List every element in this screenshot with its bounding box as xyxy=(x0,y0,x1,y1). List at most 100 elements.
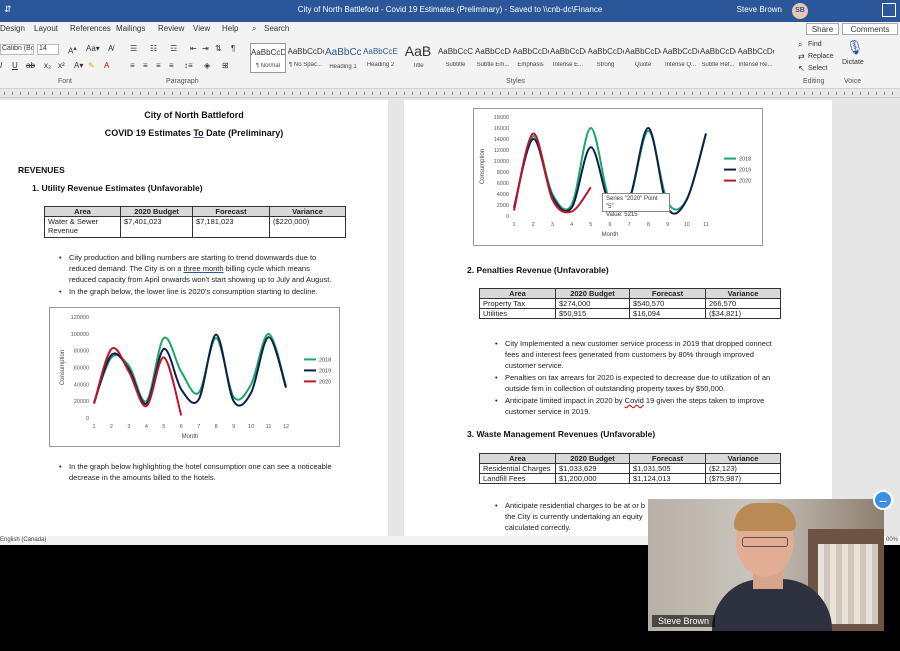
shading-icon[interactable]: ◈ xyxy=(204,61,210,70)
line-spacing-icon[interactable]: ↕≡ xyxy=(184,61,193,70)
share-button[interactable]: Share xyxy=(806,23,839,35)
page-1[interactable]: City of North Battleford COVID 19 Estima… xyxy=(0,100,388,536)
tab-design[interactable]: Design xyxy=(0,24,25,33)
style-10[interactable]: AaBbCcDc Strong xyxy=(588,43,624,73)
bullet-item: • Penalties on tax arrears for 2020 is e… xyxy=(495,373,771,393)
style-7[interactable]: AaBbCcDc Subtle Em... xyxy=(475,43,511,73)
video-tile[interactable]: Steve Brown xyxy=(648,499,884,631)
replace-icon[interactable]: ⇄ xyxy=(798,52,805,61)
style-2[interactable]: AaBbCcDc ¶ No Spac... xyxy=(288,43,324,73)
x-tick-label: 4 xyxy=(570,222,573,228)
ribbon-tabs: Design Layout References Mailings Review… xyxy=(0,22,900,37)
search-box[interactable]: Search xyxy=(264,24,289,33)
ruler-tick xyxy=(300,92,301,95)
x-tick-label: 8 xyxy=(215,424,218,430)
tab-layout[interactable]: Layout xyxy=(34,24,58,33)
underline-icon[interactable]: U xyxy=(12,61,18,70)
numbering-icon[interactable]: ☷ xyxy=(150,44,157,53)
table-cell: $1,124,013 xyxy=(629,473,706,484)
hyperlink-three-month[interactable]: three month xyxy=(184,264,224,273)
find-icon[interactable]: ⌕ xyxy=(798,40,802,50)
style-1[interactable]: AaBbCcDc ¶ Normal xyxy=(250,43,286,73)
subscript-icon[interactable]: x₂ xyxy=(44,61,51,70)
decrease-indent-icon[interactable]: ⇤ xyxy=(190,44,197,53)
ruler-tick xyxy=(876,92,877,95)
style-name: Heading 1 xyxy=(329,64,357,70)
ruler-tick xyxy=(132,92,133,95)
style-3[interactable]: AaBbCc Heading 1 xyxy=(325,43,361,73)
replace-button[interactable]: Replace xyxy=(808,53,834,60)
ruler-tick xyxy=(828,92,829,95)
find-button[interactable]: Find xyxy=(808,41,822,48)
select-icon[interactable]: ↖ xyxy=(798,64,805,73)
increase-indent-icon[interactable]: ⇥ xyxy=(202,44,209,53)
ruler-tick xyxy=(564,92,565,95)
user-name[interactable]: Steve Brown xyxy=(737,5,782,14)
ruler-tick xyxy=(372,92,373,95)
superscript-icon[interactable]: x² xyxy=(58,61,65,70)
font-size-select[interactable]: 14 xyxy=(37,44,59,55)
show-marks-icon[interactable]: ¶ xyxy=(231,44,235,53)
avatar[interactable]: SB xyxy=(792,3,808,19)
page-2[interactable]: 0 2000 4000 6000 8000 10000 12000 14000 16000 180… xyxy=(404,100,832,536)
multilevel-list-icon[interactable]: ☲ xyxy=(170,44,177,53)
select-button[interactable]: Select xyxy=(808,65,827,72)
strikethrough-icon[interactable]: ab xyxy=(26,61,35,70)
font-name-select[interactable]: Calibri (Body) xyxy=(0,44,34,55)
ruler-tick xyxy=(892,92,893,95)
ruler-tick xyxy=(116,92,117,95)
justify-icon[interactable]: ≡ xyxy=(169,61,174,70)
change-case-icon[interactable]: Aa▾ xyxy=(86,44,100,53)
language-indicator[interactable]: English (Canada) xyxy=(0,537,46,543)
text-effects-icon[interactable]: A▾ xyxy=(74,61,83,70)
chart-utility-consumption[interactable]: 0 20000 40000 60000 80000 100000 120000 1 2 3 4 5 6 7… xyxy=(49,307,340,447)
bullets-icon[interactable]: ☰ xyxy=(130,44,137,53)
align-center-icon[interactable]: ≡ xyxy=(143,61,148,70)
dictate-button[interactable]: Dictate xyxy=(842,59,864,66)
table-cell: $7,401,023 xyxy=(120,216,193,238)
grow-font-icon[interactable]: A▴ xyxy=(68,44,77,56)
spelling-flag[interactable]: Covid xyxy=(625,396,644,405)
style-5[interactable]: AaB Title xyxy=(400,43,436,73)
style-14[interactable]: AaBbCcDc Intense Re... xyxy=(738,43,774,73)
style-9[interactable]: AaBbCcDc Intense E... xyxy=(550,43,586,73)
x-tick-label: 2 xyxy=(110,424,113,430)
style-8[interactable]: AaBbCcDc Emphasis xyxy=(513,43,549,73)
tab-references[interactable]: References xyxy=(70,24,111,33)
chart-hotel-consumption[interactable]: 0 2000 4000 6000 8000 10000 12000 14000 16000 180… xyxy=(473,108,763,246)
comments-button[interactable]: Comments xyxy=(842,23,898,35)
tab-review[interactable]: Review xyxy=(158,24,184,33)
style-sample: AaB xyxy=(404,43,432,59)
zoom-level[interactable]: 00% xyxy=(886,537,898,543)
section-2-heading: 2. Penalties Revenue (Unfavorable) xyxy=(467,265,609,275)
microphone-icon[interactable]: 🎙 xyxy=(846,39,864,56)
ruler-tick xyxy=(380,92,381,95)
style-6[interactable]: AaBbCcC Subtitle xyxy=(438,43,474,73)
ruler-tick xyxy=(140,92,141,95)
align-right-icon[interactable]: ≡ xyxy=(156,61,161,70)
search-icon[interactable]: ⌕ xyxy=(252,24,256,34)
clear-format-icon[interactable]: A̸ xyxy=(108,44,113,53)
horizontal-ruler[interactable] xyxy=(0,89,900,98)
tab-view[interactable]: View xyxy=(193,24,210,33)
style-4[interactable]: AaBbCcE Heading 2 xyxy=(363,43,399,73)
italic-icon[interactable]: I xyxy=(0,61,2,70)
style-11[interactable]: AaBbCcDc Quote xyxy=(625,43,661,73)
font-color-icon[interactable]: A xyxy=(104,61,109,70)
ruler-tick xyxy=(212,92,213,95)
tab-help[interactable]: Help xyxy=(222,24,238,33)
style-13[interactable]: AaBbCcDc Subtle Ref... xyxy=(700,43,736,73)
highlight-icon[interactable]: ✎ xyxy=(88,61,95,70)
maximize-icon[interactable] xyxy=(882,3,896,17)
add-participant-button[interactable]: − xyxy=(873,490,893,510)
style-name: Heading 2 xyxy=(366,62,395,68)
borders-icon[interactable]: ⊞ xyxy=(222,61,229,70)
tab-mailings[interactable]: Mailings xyxy=(116,24,145,33)
ruler-tick xyxy=(804,92,805,95)
style-12[interactable]: AaBbCcDc Intense Q... xyxy=(663,43,699,73)
table-cell: $1,033,629 xyxy=(555,463,630,474)
align-left-icon[interactable]: ≡ xyxy=(130,61,135,70)
document-area[interactable]: City of North Battleford COVID 19 Estima… xyxy=(0,98,900,536)
sort-icon[interactable]: ⇅ xyxy=(215,44,222,53)
participant-name: Steve Brown xyxy=(652,615,716,627)
